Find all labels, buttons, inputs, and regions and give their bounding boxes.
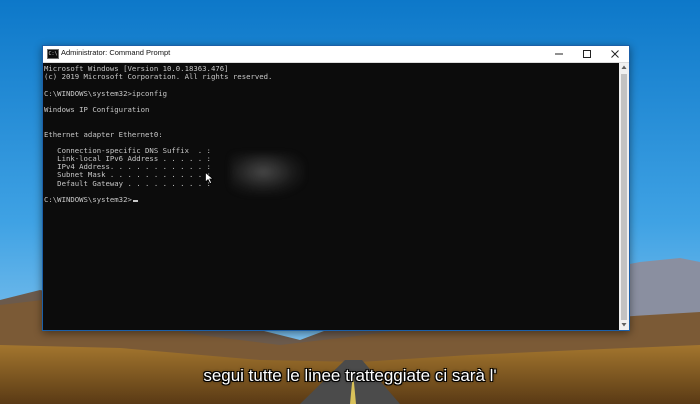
video-subtitle: segui tutte le linee tratteggiate ci sar… [203, 366, 497, 385]
mouse-pointer-icon [205, 172, 214, 184]
scroll-up-icon[interactable] [621, 64, 627, 70]
scroll-down-icon[interactable] [621, 322, 627, 328]
maximize-icon [583, 50, 591, 58]
prompt-line[interactable]: C:\WINDOWS\system32> [44, 195, 619, 204]
vertical-scrollbar[interactable] [619, 63, 629, 330]
title-bar[interactable]: C:\ Administrator: Command Prompt [43, 46, 629, 63]
maximize-button[interactable] [573, 46, 601, 62]
adapter-title: Ethernet adapter Ethernet0: [44, 129, 163, 139]
command-prompt-window[interactable]: C:\ Administrator: Command Prompt Micros… [42, 45, 630, 331]
scroll-thumb[interactable] [621, 74, 627, 320]
minimize-button[interactable] [545, 46, 573, 62]
minimize-icon [555, 53, 563, 55]
window-title: Administrator: Command Prompt [61, 48, 171, 57]
prompt-text: C:\WINDOWS\system32> [44, 195, 132, 204]
text-cursor [132, 200, 138, 202]
copyright-line: (c) 2019 Microsoft Corporation. All righ… [44, 72, 273, 82]
close-button[interactable] [601, 46, 629, 62]
console-output[interactable]: Microsoft Windows [Version 10.0.18363.47… [43, 63, 619, 330]
command-line: C:\WINDOWS\system32>ipconfig [44, 88, 168, 98]
default-gateway-row: Default Gateway . . . . . . . . . : [44, 178, 211, 188]
ip-config-title: Windows IP Configuration [44, 104, 150, 114]
blurred-values [230, 153, 304, 195]
cmd-icon: C:\ [47, 49, 59, 59]
close-icon [611, 50, 619, 58]
